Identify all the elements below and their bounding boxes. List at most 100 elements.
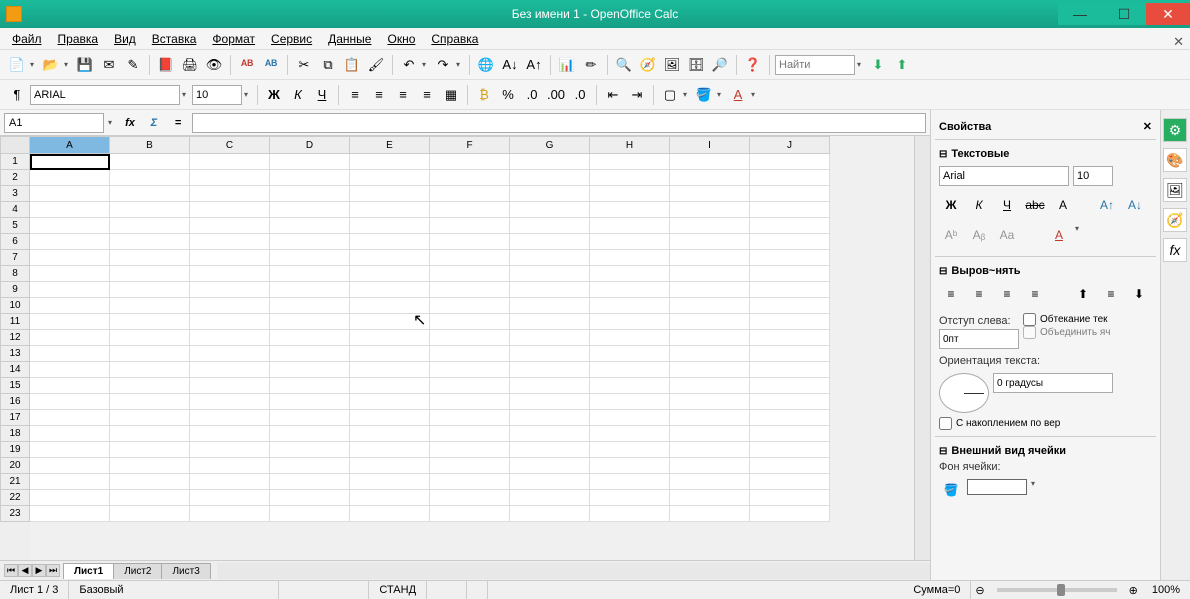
cell[interactable] (190, 234, 270, 250)
open-icon[interactable]: 📂 (40, 54, 62, 76)
cell[interactable] (590, 506, 670, 522)
cell[interactable] (670, 458, 750, 474)
cell[interactable] (510, 474, 590, 490)
align-right-icon[interactable]: ≡ (392, 84, 414, 106)
cell[interactable] (270, 474, 350, 490)
cell[interactable] (110, 426, 190, 442)
cell[interactable] (350, 330, 430, 346)
fill-color-swatch[interactable] (967, 479, 1027, 495)
grid[interactable]: ABCDEFGHIJ (30, 136, 914, 560)
find-prev-icon[interactable]: ⬆ (891, 54, 913, 76)
cell[interactable] (510, 442, 590, 458)
align-center-icon[interactable]: ≡ (368, 84, 390, 106)
cell[interactable] (30, 410, 110, 426)
cell[interactable] (30, 394, 110, 410)
datasource-icon[interactable]: 🗄 (685, 54, 707, 76)
cell[interactable] (670, 426, 750, 442)
cell[interactable] (350, 458, 430, 474)
cell[interactable] (110, 506, 190, 522)
sidebar-fontcolor-icon[interactable]: A (1047, 224, 1071, 246)
cell[interactable] (270, 394, 350, 410)
show-draw-icon[interactable]: ✏ (580, 54, 602, 76)
cell[interactable] (750, 330, 830, 346)
sidebar-shadow-icon[interactable]: A (1051, 194, 1075, 216)
cell[interactable] (510, 234, 590, 250)
cell[interactable] (430, 506, 510, 522)
sidetab-navigator-icon[interactable]: 🧭 (1163, 208, 1187, 232)
cell[interactable] (350, 170, 430, 186)
cell[interactable] (270, 330, 350, 346)
cell[interactable] (30, 170, 110, 186)
angle-dial[interactable] (939, 373, 989, 413)
cell[interactable] (670, 346, 750, 362)
cell[interactable] (190, 394, 270, 410)
cell[interactable] (670, 314, 750, 330)
cell[interactable] (190, 298, 270, 314)
cell[interactable] (670, 394, 750, 410)
cell[interactable] (750, 314, 830, 330)
cell[interactable] (750, 474, 830, 490)
cell[interactable] (30, 490, 110, 506)
cell[interactable] (270, 186, 350, 202)
email-icon[interactable]: ✉ (98, 54, 120, 76)
column-header[interactable]: A (30, 136, 110, 154)
cell[interactable] (110, 186, 190, 202)
cell[interactable] (510, 202, 590, 218)
cell[interactable] (670, 202, 750, 218)
row-header[interactable]: 8 (0, 266, 30, 282)
formula-input[interactable] (192, 113, 926, 133)
cell[interactable] (110, 202, 190, 218)
cell[interactable] (30, 202, 110, 218)
chart-icon[interactable]: 📊 (556, 54, 578, 76)
cell[interactable] (270, 458, 350, 474)
find-next-icon[interactable]: ⬇ (867, 54, 889, 76)
panel-close-icon[interactable]: ✕ (1143, 120, 1152, 133)
merge-cells-icon[interactable]: ▦ (440, 84, 462, 106)
hyperlink-icon[interactable]: 🌐 (475, 54, 497, 76)
cell[interactable] (110, 154, 190, 170)
menu-window[interactable]: Окно (381, 30, 421, 48)
cell[interactable] (590, 378, 670, 394)
cell[interactable] (350, 346, 430, 362)
tab-prev-icon[interactable]: ◀ (18, 564, 32, 577)
cell[interactable] (750, 154, 830, 170)
spellcheck-icon[interactable]: ᴬᴮ (236, 54, 258, 76)
sheet-tab-1[interactable]: Лист1 (63, 563, 114, 579)
cell[interactable] (270, 314, 350, 330)
column-header[interactable]: J (750, 136, 830, 154)
bgcolor-icon[interactable]: 🪣 (693, 84, 715, 106)
column-header[interactable]: I (670, 136, 750, 154)
cell[interactable] (350, 202, 430, 218)
angle-input[interactable] (993, 373, 1113, 393)
cell[interactable] (350, 474, 430, 490)
cell[interactable] (750, 378, 830, 394)
new-doc-icon[interactable]: 📄 (6, 54, 28, 76)
cell[interactable] (510, 154, 590, 170)
increase-indent-icon[interactable]: ⇥ (626, 84, 648, 106)
row-header[interactable]: 1 (0, 154, 30, 170)
maximize-button[interactable]: ☐ (1102, 3, 1146, 25)
cell[interactable] (430, 154, 510, 170)
sidetab-styles-icon[interactable]: 🎨 (1163, 148, 1187, 172)
cell[interactable] (750, 298, 830, 314)
save-icon[interactable]: 💾 (74, 54, 96, 76)
cell[interactable] (750, 394, 830, 410)
cell[interactable] (110, 298, 190, 314)
cell[interactable] (510, 426, 590, 442)
cell[interactable] (750, 218, 830, 234)
cell[interactable] (30, 154, 110, 170)
sb-align-justify-icon[interactable]: ≡ (1023, 283, 1047, 305)
cell[interactable] (590, 266, 670, 282)
sum-icon[interactable]: Σ (144, 113, 164, 133)
cell[interactable] (510, 490, 590, 506)
undo-icon[interactable]: ↶ (398, 54, 420, 76)
cell[interactable] (110, 410, 190, 426)
cell[interactable] (750, 234, 830, 250)
wrap-checkbox[interactable] (1023, 313, 1036, 326)
bold-icon[interactable]: Ж (263, 84, 285, 106)
cell[interactable] (270, 266, 350, 282)
cell[interactable] (590, 282, 670, 298)
cell[interactable] (590, 442, 670, 458)
row-header[interactable]: 6 (0, 234, 30, 250)
align-left-icon[interactable]: ≡ (344, 84, 366, 106)
